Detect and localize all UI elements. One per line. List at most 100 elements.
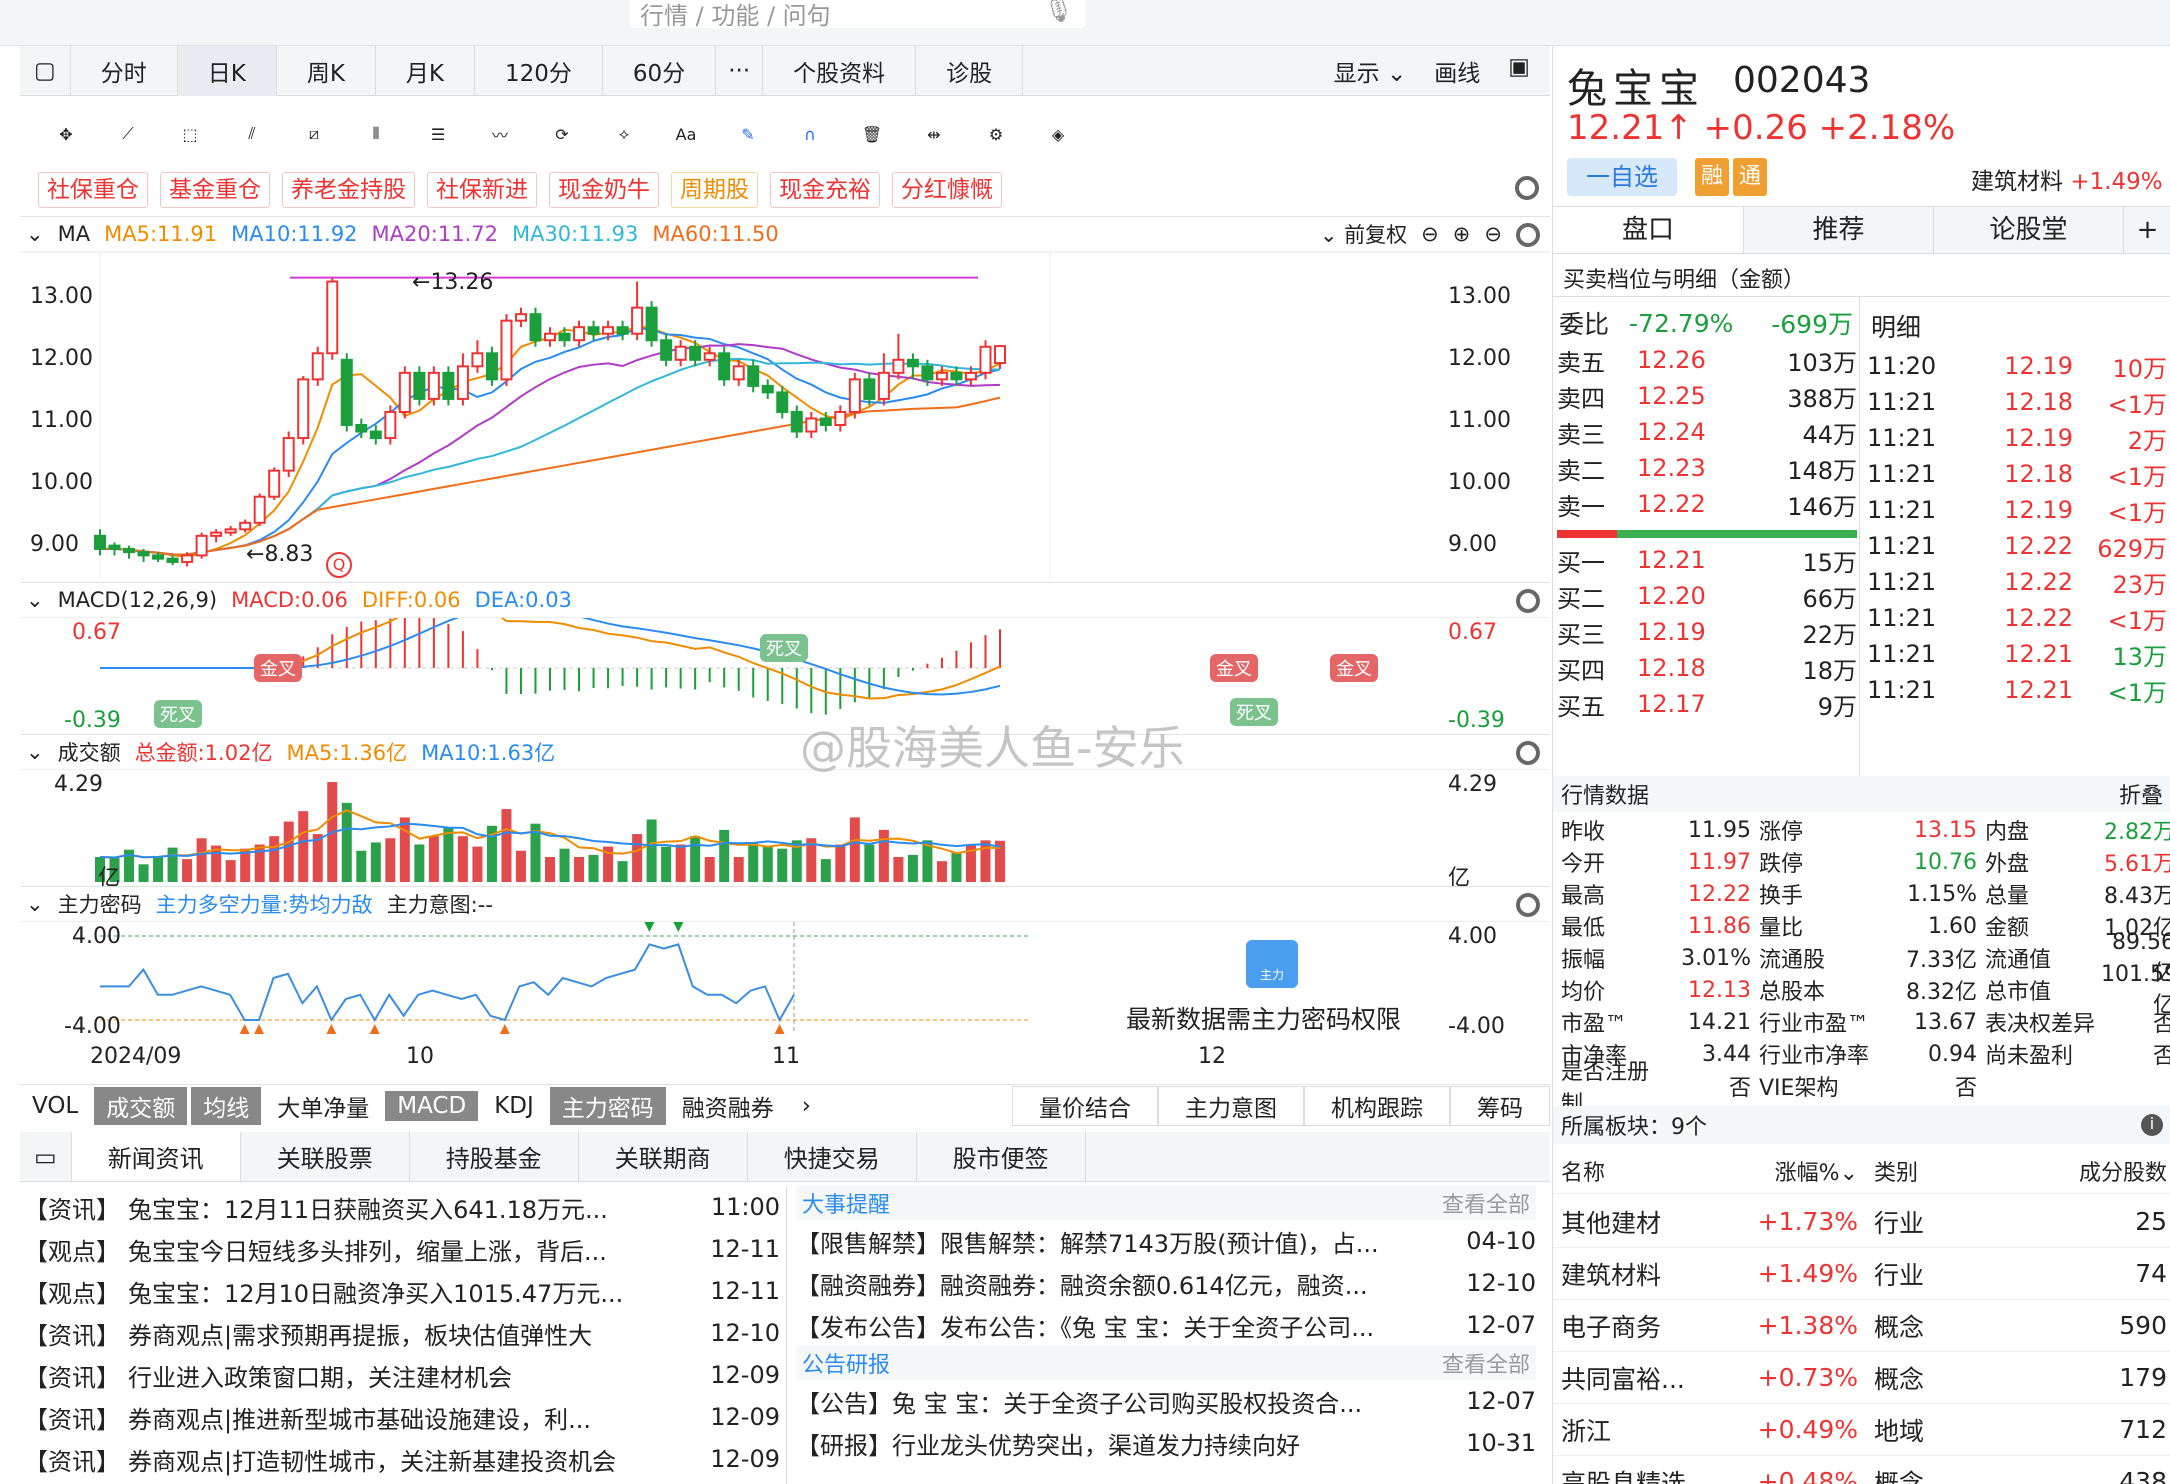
adjust-dropdown[interactable]: ⌄ 前复权: [1320, 219, 1407, 249]
tab-120min[interactable]: 120分: [475, 45, 603, 96]
panel-toggle-icon[interactable]: ▣: [1508, 54, 1530, 88]
text-tool-icon[interactable]: Aa: [660, 108, 712, 160]
news-item[interactable]: 【资讯】 兔宝宝：12月11日获融资买入641.18万元... 11:00: [24, 1186, 780, 1228]
lock-icon[interactable]: 主力: [1246, 940, 1298, 988]
cycle-tool-icon[interactable]: ⟳: [536, 108, 588, 160]
tag[interactable]: 现金奶牛: [549, 172, 659, 208]
trash-icon[interactable]: 🗑: [846, 108, 898, 160]
ma-settings-icon[interactable]: [1516, 222, 1550, 247]
order-level[interactable]: 买一 12.21 15万: [1557, 542, 1857, 578]
tag[interactable]: 社保重仓: [38, 172, 148, 208]
collapse-icon[interactable]: ⌄: [26, 222, 44, 246]
news-item[interactable]: 【观点】 兔宝宝：12月10日融资净买入1015.47万元... 12-11: [24, 1270, 780, 1312]
order-level[interactable]: 卖五 12.26 103万: [1557, 342, 1857, 378]
order-level[interactable]: 买三 12.19 22万: [1557, 614, 1857, 650]
tab-intent[interactable]: 主力意图: [1158, 1085, 1304, 1126]
sector-badge[interactable]: 建筑材料 +1.49%: [1971, 162, 2163, 196]
tab-recommend[interactable]: 推荐: [1743, 207, 1933, 253]
tab-big-order[interactable]: 大单净量: [265, 1087, 381, 1125]
tab-notes[interactable]: 股市便签: [917, 1132, 1086, 1181]
tab-chips[interactable]: 筹码: [1450, 1085, 1550, 1126]
q-marker[interactable]: Q: [326, 552, 352, 578]
block-row[interactable]: 其他建材 +1.73% 行业 25: [1553, 1196, 2170, 1248]
collapse-panel-icon[interactable]: ▭: [20, 1132, 72, 1181]
news-item[interactable]: 【资讯】 券商观点|推进新型城市基础设施建设，利... 12-09: [24, 1396, 780, 1438]
volume-settings-icon[interactable]: [1516, 740, 1550, 765]
view-all-link[interactable]: 查看全部: [1442, 1347, 1530, 1379]
block-row[interactable]: 共同富裕... +0.73% 概念 179: [1553, 1352, 2170, 1404]
fib-tool-icon[interactable]: ☰: [412, 108, 464, 160]
block-row[interactable]: 电子商务 +1.38% 概念 590: [1553, 1300, 2170, 1352]
main-force-settings-icon[interactable]: [1516, 892, 1550, 917]
event-item[interactable]: 【限售解禁】 限售解禁：解禁7143万股(预计值)，占... 04-10: [796, 1220, 1536, 1262]
news-item[interactable]: 【观点】 兔宝宝今日短线多头排列，缩量上涨，背后... 12-11: [24, 1228, 780, 1270]
event-item[interactable]: 【融资融券】 融资融券：融资余额0.614亿元，融资... 12-10: [796, 1262, 1536, 1304]
collapse-icon[interactable]: ⌄: [26, 892, 44, 916]
line-tool-icon[interactable]: ⟋: [102, 108, 154, 160]
pen-icon[interactable]: ✎: [722, 108, 774, 160]
add-watchlist-button[interactable]: 一自选: [1567, 158, 1677, 196]
tab-macd[interactable]: MACD: [385, 1090, 479, 1121]
tab-news[interactable]: 新闻资讯: [71, 1132, 241, 1181]
tab-ma[interactable]: 均线: [191, 1086, 262, 1125]
settings-icon[interactable]: ⚙: [970, 108, 1022, 160]
mic-icon[interactable]: 🎙: [1044, 0, 1074, 24]
event-item[interactable]: 【公告】兔 宝 宝：关于全资子公司购买股权投资合... 12-07: [796, 1380, 1536, 1422]
draw-line-button[interactable]: 画线: [1434, 54, 1480, 88]
tab-main-force[interactable]: 主力密码: [549, 1086, 666, 1125]
collapse-icon[interactable]: ⌄: [26, 740, 44, 764]
order-level[interactable]: 买二 12.20 66万: [1557, 578, 1857, 614]
news-item[interactable]: 【资讯】 行业进入政策窗口期，关注建材机会 12-09: [24, 1354, 780, 1396]
block-row[interactable]: 浙江 +0.49% 地域 712: [1553, 1404, 2170, 1456]
order-level[interactable]: 卖三 12.24 44万: [1557, 414, 1857, 450]
tag[interactable]: 分红慷慨: [892, 172, 1002, 208]
tab-vol[interactable]: VOL: [20, 1091, 90, 1121]
event-item[interactable]: 【研报】 行业龙头优势突出，渠道发力持续向好 10-31: [796, 1422, 1536, 1464]
tag[interactable]: 基金重仓: [160, 172, 270, 208]
tag[interactable]: 社保新进: [427, 172, 537, 208]
tab-institution[interactable]: 机构跟踪: [1304, 1085, 1450, 1126]
order-level[interactable]: 卖二 12.23 148万: [1557, 450, 1857, 486]
block-row[interactable]: 建筑材料 +1.49% 行业 74: [1553, 1248, 2170, 1300]
tab-diagnose[interactable]: 诊股: [916, 45, 1024, 96]
chevron-right-icon[interactable]: ›: [790, 1091, 823, 1121]
tag[interactable]: 养老金持股: [282, 172, 415, 208]
tab-quick-trade[interactable]: 快捷交易: [748, 1132, 917, 1181]
tab-futures[interactable]: 关联期商: [579, 1132, 748, 1181]
info-icon[interactable]: i: [2141, 1114, 2163, 1136]
plus-icon[interactable]: ⊕: [1453, 222, 1471, 246]
block-row[interactable]: 高股息精选 +0.48% 概念 438: [1553, 1456, 2170, 1484]
layers-icon[interactable]: ◈: [1032, 108, 1084, 160]
search-input[interactable]: 行情 / 功能 / 问句 🎙: [630, 0, 1086, 30]
tab-60min[interactable]: 60分: [603, 45, 717, 96]
tab-margin[interactable]: 融资融券: [670, 1087, 786, 1125]
display-button[interactable]: 显示 ⌄: [1334, 54, 1407, 88]
event-item[interactable]: 【发布公告】 发布公告：《兔 宝 宝：关于全资子公司... 12-07: [796, 1304, 1536, 1346]
wave-tool-icon[interactable]: 〰: [474, 108, 526, 160]
news-item[interactable]: 【资讯】 券商观点|打造韧性城市，关注新基建投资机会 12-09: [24, 1438, 780, 1480]
candlestick-chart[interactable]: [20, 252, 1550, 578]
add-tab-icon[interactable]: +: [2123, 207, 2170, 253]
magnet-icon[interactable]: ∩: [784, 108, 836, 160]
sidebar-toggle-icon[interactable]: ▢: [20, 45, 71, 96]
move-icon[interactable]: ✥: [40, 108, 92, 160]
tab-fenshi[interactable]: 分时: [71, 45, 178, 96]
tab-forum[interactable]: 论股堂: [1933, 207, 2123, 253]
split-icon[interactable]: ⇹: [908, 108, 960, 160]
pitchfork-tool-icon[interactable]: ⟡: [598, 108, 650, 160]
order-level[interactable]: 买四 12.18 18万: [1557, 650, 1857, 686]
tag[interactable]: 现金充裕: [770, 172, 880, 208]
order-level[interactable]: 卖四 12.25 388万: [1557, 378, 1857, 414]
tab-monthly-k[interactable]: 月K: [376, 45, 476, 96]
fan-tool-icon[interactable]: ⫽: [226, 108, 278, 160]
col-pct[interactable]: 涨幅%⌄: [1723, 1155, 1858, 1187]
tab-weekly-k[interactable]: 周K: [277, 45, 376, 96]
rect-tool-icon[interactable]: ⬚: [164, 108, 216, 160]
order-level[interactable]: 卖一 12.22 146万: [1557, 486, 1857, 522]
macd-settings-icon[interactable]: [1516, 588, 1550, 613]
view-all-link[interactable]: 查看全部: [1442, 1187, 1530, 1219]
tab-related-stocks[interactable]: 关联股票: [241, 1132, 410, 1181]
order-level[interactable]: 买五 12.17 9万: [1557, 686, 1857, 722]
tab-kdj[interactable]: KDJ: [482, 1091, 546, 1121]
minus-icon[interactable]: ⊖: [1421, 222, 1439, 246]
